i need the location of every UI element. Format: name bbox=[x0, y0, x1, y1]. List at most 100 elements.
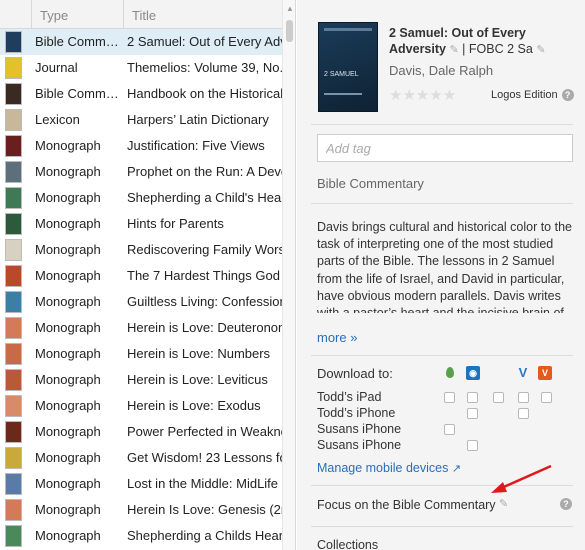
resource-title-cell: Justification: Five Views bbox=[127, 138, 265, 153]
title-separator: | bbox=[462, 42, 466, 56]
list-row[interactable]: Monograph Prophet on the Run: A Devotiona… bbox=[0, 159, 282, 185]
resource-cover-thumbnail bbox=[5, 57, 22, 79]
list-row[interactable]: Monograph Hints for Parents bbox=[0, 211, 282, 237]
arrow-head bbox=[491, 482, 507, 493]
type-column-header[interactable]: Type bbox=[31, 0, 123, 29]
list-row[interactable]: Monograph Herein is Love: Deuteronomy bbox=[0, 315, 282, 341]
edit-focus-pencil-icon[interactable]: ✎ bbox=[499, 497, 508, 510]
resource-type-cell: Monograph bbox=[35, 502, 101, 517]
list-row[interactable]: Monograph Get Wisdom! 23 Lessons for Chri… bbox=[0, 445, 282, 471]
list-row[interactable]: Monograph Shepherding a Child's Heart bbox=[0, 185, 282, 211]
resource-type-cell: Monograph bbox=[35, 450, 101, 465]
divider bbox=[311, 203, 573, 204]
edit-abbreviation-pencil-icon[interactable]: ✎ bbox=[536, 44, 545, 56]
cover-title-text: 2 SAMUEL bbox=[324, 71, 359, 78]
resource-title-cell: Lost in the Middle: MidLife and bbox=[127, 476, 282, 491]
resource-cover-thumbnail bbox=[5, 317, 22, 339]
device-sync-checkbox[interactable] bbox=[467, 392, 478, 403]
resource-title-cell: Herein is Love: Exodus bbox=[127, 398, 261, 413]
app-drop-icon bbox=[443, 366, 457, 380]
list-row[interactable]: Journal Themelios: Volume 39, No. 1 bbox=[0, 55, 282, 81]
scroll-up-arrow-icon[interactable]: ▲ bbox=[286, 4, 294, 13]
resource-type-cell: Monograph bbox=[35, 216, 101, 231]
list-rows: Bible Commentary 2 Samuel: Out of Every A… bbox=[0, 29, 282, 549]
resource-cover-thumbnail bbox=[5, 187, 22, 209]
manage-mobile-devices-link[interactable]: Manage mobile devices ↗ bbox=[317, 461, 461, 475]
list-row[interactable]: Monograph Guiltless Living: Confessions bbox=[0, 289, 282, 315]
resource-cover-thumbnail bbox=[5, 239, 22, 261]
book-abbreviation[interactable]: FOBC 2 Sa bbox=[469, 42, 533, 56]
resource-type-cell: Monograph bbox=[35, 346, 101, 361]
resource-title-cell: Prophet on the Run: A Devotional bbox=[127, 164, 282, 179]
list-row[interactable]: Monograph Justification: Five Views bbox=[0, 133, 282, 159]
list-row[interactable]: Monograph Power Perfected in Weakness bbox=[0, 419, 282, 445]
verbum-app-icon: V bbox=[518, 365, 528, 380]
arrow-shaft bbox=[496, 464, 552, 492]
list-row[interactable]: Monograph Herein Is Love: Genesis (2nd bbox=[0, 497, 282, 523]
resource-type-cell: Bible Commentary bbox=[35, 86, 123, 101]
edition-label: Logos Edition? bbox=[491, 89, 574, 102]
focus-help-icon[interactable]: ? bbox=[560, 498, 572, 510]
list-row[interactable]: Lexicon Harpers’ Latin Dictionary bbox=[0, 107, 282, 133]
device-sync-checkbox[interactable] bbox=[518, 408, 529, 419]
resource-info-panel: 2 SAMUEL 2 Samuel: Out of Every Adversit… bbox=[297, 0, 585, 550]
list-row[interactable]: Bible Commentary 2 Samuel: Out of Every A… bbox=[0, 29, 282, 55]
list-scrollbar[interactable]: ▲ bbox=[282, 0, 295, 550]
more-link[interactable]: more » bbox=[317, 330, 357, 345]
cover-band bbox=[324, 28, 372, 31]
edit-title-pencil-icon[interactable]: ✎ bbox=[449, 44, 458, 56]
cover-column-header[interactable] bbox=[0, 0, 31, 29]
resource-type-cell: Monograph bbox=[35, 372, 101, 387]
resource-title-cell: Handbook on the Historical Books bbox=[127, 86, 282, 101]
resource-list: Type Title Bible Commentary 2 Samuel: Out… bbox=[0, 0, 296, 550]
resource-type-cell: Bible Commentary bbox=[35, 34, 123, 49]
device-sync-checkbox[interactable] bbox=[444, 424, 455, 435]
list-row[interactable]: Monograph The 7 Hardest Things God Asks bbox=[0, 263, 282, 289]
list-row[interactable]: Monograph Herein is Love: Leviticus bbox=[0, 367, 282, 393]
list-row[interactable]: Monograph Herein is Love: Exodus bbox=[0, 393, 282, 419]
resource-cover-thumbnail bbox=[5, 499, 22, 521]
book-author[interactable]: Davis, Dale Ralph bbox=[389, 63, 493, 78]
device-sync-checkbox[interactable] bbox=[518, 392, 529, 403]
resource-title-cell: Shepherding a Child's Heart bbox=[127, 190, 282, 205]
device-sync-checkbox[interactable] bbox=[467, 440, 478, 451]
resource-cover-thumbnail bbox=[5, 525, 22, 547]
list-row[interactable]: Monograph Rediscovering Family Worship bbox=[0, 237, 282, 263]
add-tag-input[interactable] bbox=[317, 134, 573, 162]
resource-type-cell: Monograph bbox=[35, 398, 101, 413]
list-row[interactable]: Bible Commentary Handbook on the Historic… bbox=[0, 81, 282, 107]
list-row[interactable]: Monograph Shepherding a Childs Heart ( bbox=[0, 523, 282, 549]
star-rating[interactable]: ★★★★★ bbox=[389, 86, 456, 104]
title-column-header[interactable]: Title bbox=[123, 0, 283, 29]
resource-type-cell: Monograph bbox=[35, 164, 101, 179]
resource-type-cell: Monograph bbox=[35, 528, 101, 543]
edition-help-icon[interactable]: ? bbox=[561, 89, 574, 102]
device-sync-checkbox[interactable] bbox=[467, 408, 478, 419]
resource-title-cell: Harpers’ Latin Dictionary bbox=[127, 112, 269, 127]
resource-cover-thumbnail bbox=[5, 421, 22, 443]
resource-title-cell: Power Perfected in Weakness bbox=[127, 424, 282, 439]
device-sync-checkbox[interactable] bbox=[541, 392, 552, 403]
list-header: Type Title bbox=[0, 0, 295, 29]
faithlife-app-icon: V bbox=[538, 366, 552, 380]
list-row[interactable]: Monograph Herein is Love: Numbers bbox=[0, 341, 282, 367]
resource-type-cell: Journal bbox=[35, 60, 78, 75]
divider bbox=[311, 485, 573, 486]
resource-cover-thumbnail bbox=[5, 213, 22, 235]
resource-title-cell: Themelios: Volume 39, No. 1 bbox=[127, 60, 282, 75]
resource-cover-thumbnail bbox=[5, 343, 22, 365]
scroll-thumb[interactable] bbox=[286, 20, 293, 42]
resource-cover-thumbnail bbox=[5, 265, 22, 287]
resource-cover-thumbnail bbox=[5, 473, 22, 495]
device-name: Susans iPhone bbox=[317, 422, 402, 436]
resource-title-cell: Guiltless Living: Confessions bbox=[127, 294, 282, 309]
list-row[interactable]: Monograph Lost in the Middle: MidLife and bbox=[0, 471, 282, 497]
resource-type-cell: Lexicon bbox=[35, 112, 80, 127]
resource-cover-thumbnail bbox=[5, 83, 22, 105]
collections-heading[interactable]: Collections bbox=[317, 538, 378, 550]
device-sync-checkbox[interactable] bbox=[444, 392, 455, 403]
book-description: Davis brings cultural and historical col… bbox=[317, 220, 572, 313]
resource-cover-thumbnail bbox=[5, 395, 22, 417]
device-sync-checkbox[interactable] bbox=[493, 392, 504, 403]
resource-title-cell: 2 Samuel: Out of Every Adversity bbox=[127, 34, 282, 49]
